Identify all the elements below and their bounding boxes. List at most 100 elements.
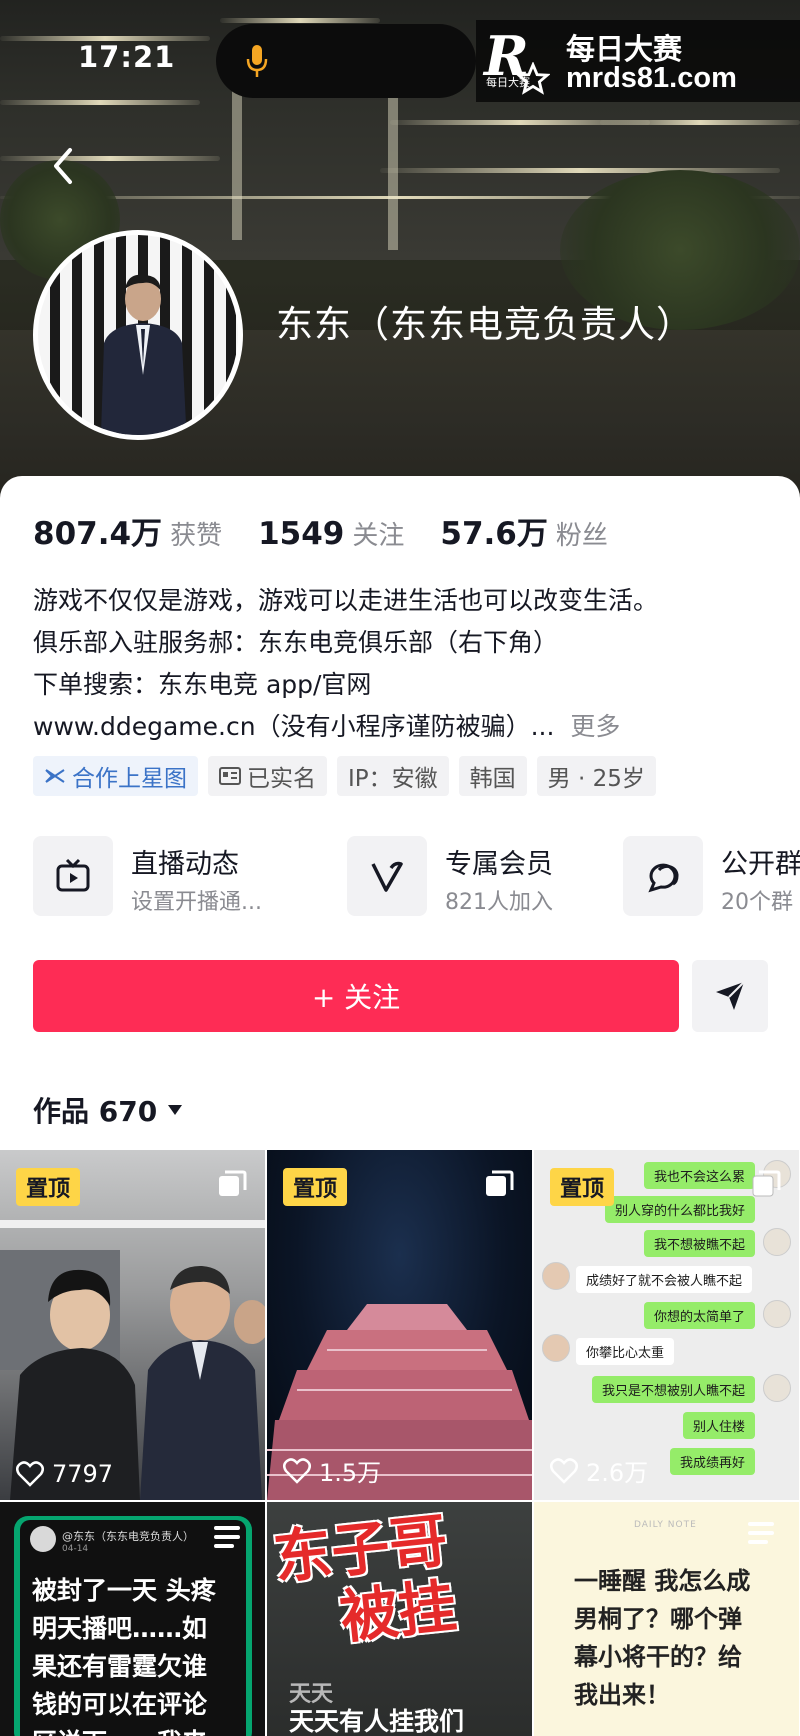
multi-image-icon — [752, 1170, 781, 1197]
tag-verified: 已实名 — [208, 756, 327, 796]
share-button[interactable] — [692, 960, 768, 1032]
avatar[interactable] — [33, 230, 243, 440]
heart-icon — [283, 1457, 311, 1484]
followers-label[interactable]: 粉丝 — [556, 515, 608, 552]
tag-ip: IP：安徽 — [337, 756, 449, 796]
bio-line: 下单搜索：东东电竞 app/官网 — [33, 670, 372, 699]
chat-bubble-icon — [648, 863, 679, 893]
text-post-avatar — [30, 1526, 56, 1552]
note-body: 一睡醒 我怎么成 男桐了？哪个弹 幕小将干的？给 我出来！ — [574, 1562, 750, 1714]
entry-title: 公开群 — [721, 849, 800, 880]
feature-entries: 直播动态 设置开播通... 专属会员 821人加入 公开群 20个群 — [33, 836, 800, 926]
video-card[interactable]: @东东（东东电竞负责人） 04-14 被封了一天 头疼 明天播吧……如 果还有雷… — [0, 1502, 265, 1736]
note-line: 幕小将干的？给 — [574, 1643, 742, 1671]
chat-bubble: 你攀比心太重 — [576, 1338, 675, 1365]
heart-icon — [550, 1457, 578, 1484]
text-post-date: 04-14 — [62, 1544, 89, 1554]
note-line: 我出来！ — [574, 1681, 670, 1709]
thumbnail-title: 东子哥 被挂 — [270, 1506, 459, 1657]
tag-label: 男 · 25岁 — [547, 766, 645, 792]
tag-region: 韩国 — [458, 756, 527, 796]
video-card[interactable]: DAILY NOTE 一睡醒 我怎么成 男桐了？哪个弹 幕小将干的？给 我出来！ — [534, 1502, 799, 1736]
tv-icon — [56, 858, 90, 892]
heart-icon — [16, 1461, 44, 1487]
tag-label: 已实名 — [247, 766, 316, 792]
video-card[interactable]: 置顶 1.5万 — [267, 1150, 532, 1500]
entry-live[interactable]: 直播动态 设置开播通... — [33, 836, 323, 918]
video-card[interactable]: 东子哥 被挂 天天 天天有人挂我们 — [267, 1502, 532, 1736]
note-line: 一睡醒 我怎么成 — [574, 1567, 751, 1595]
menu-icon — [214, 1526, 240, 1548]
follow-button[interactable]: + 关注 — [33, 960, 679, 1032]
video-card[interactable]: 置顶 7797 — [0, 1150, 265, 1500]
pinned-badge: 置顶 — [550, 1168, 615, 1206]
chat-bubble: 我也不会这么累 — [643, 1162, 755, 1189]
profile-nickname: 东东（东东电竞负责人） — [276, 303, 694, 346]
chat-bubble: 我不想被瞧不起 — [643, 1230, 755, 1257]
multi-image-icon — [486, 1170, 514, 1196]
note-header: DAILY NOTE — [634, 1520, 697, 1530]
video-grid: 置顶 7797 置顶 1.5万 我也不会这么累 别人穿的什么都比我好 我不想被瞧… — [0, 1150, 800, 1736]
bio-line: www.ddegame.cn（没有小程序谨防被骗）... 更多 — [33, 706, 773, 748]
sticker-avatar — [542, 1262, 570, 1290]
back-chevron-icon[interactable] — [46, 144, 80, 188]
text-post-line: 区说下……我来 — [32, 1724, 216, 1736]
likes-label: 获赞 — [170, 521, 223, 551]
text-post-line: 明天播吧……如 — [32, 1614, 208, 1643]
chat-bubble: 我只是不想被别人瞧不起 — [591, 1376, 755, 1403]
microphone-icon — [246, 45, 268, 77]
video-likes: 7797 — [16, 1460, 113, 1488]
star-icon — [516, 62, 550, 95]
bio-line: 俱乐部入驻服务郝：东东电竞俱乐部（右下角） — [33, 628, 559, 657]
dynamic-island — [216, 24, 476, 98]
v-icon — [371, 861, 403, 892]
sticker-avatar — [763, 1374, 791, 1402]
bio-more-link[interactable]: 更多 — [570, 712, 620, 741]
triangle-down-icon — [168, 1105, 183, 1115]
video-likes: 2.6万 — [550, 1453, 648, 1488]
following-count[interactable]: 1549 — [258, 516, 344, 552]
text-post-line: 钱的可以在评论 — [32, 1690, 208, 1719]
sticker-avatar — [763, 1300, 791, 1328]
pinned-badge: 置顶 — [16, 1168, 81, 1206]
tag-gender-age: 男 · 25岁 — [536, 756, 656, 796]
text-post-line: 果还有雷霆欠谁 — [32, 1652, 208, 1681]
bio-link: www.ddegame.cn（没有小程序谨防被骗）... — [33, 712, 555, 741]
likes-count: 7797 — [52, 1460, 114, 1488]
avatar-person-icon — [100, 274, 187, 435]
following-label[interactable]: 关注 — [352, 515, 404, 552]
video-card[interactable]: 我也不会这么累 别人穿的什么都比我好 我不想被瞧不起 成绩好了就不会被人瞧不起 … — [534, 1150, 799, 1500]
id-card-icon — [219, 767, 241, 785]
entry-subtitle: 821人加入 — [445, 890, 553, 915]
pinned-badge: 置顶 — [283, 1168, 348, 1206]
entry-membership[interactable]: 专属会员 821人加入 — [347, 836, 607, 918]
text-post-author: @东东（东东电竞负责人） — [62, 1530, 194, 1543]
entry-subtitle: 设置开播通... — [131, 890, 262, 915]
profile-tags: 合作上星图 已实名 IP：安徽 韩国 男 · 25岁 — [33, 756, 656, 796]
thumbnail-caption: 天天有人挂我们 — [289, 1707, 465, 1736]
profile-stats: 807.4万 获赞 1549 关注 57.6万 粉丝 — [33, 508, 644, 552]
entry-subtitle: 20个群 — [721, 890, 793, 915]
chat-bubble: 别人住楼 — [682, 1412, 755, 1439]
tag-star-cooperation[interactable]: 合作上星图 — [33, 756, 198, 796]
note-line: 男桐了？哪个弹 — [574, 1605, 742, 1633]
status-time: 17:21 — [78, 40, 176, 74]
followers-count[interactable]: 57.6万 — [440, 508, 548, 553]
menu-icon — [748, 1522, 774, 1544]
sticker-avatar — [542, 1334, 570, 1362]
tag-label: 韩国 — [469, 766, 516, 792]
sticker-avatar — [763, 1228, 791, 1256]
video-likes: 1.5万 — [283, 1453, 381, 1488]
thumbnail-people-icon — [10, 1265, 265, 1500]
works-tab[interactable]: 作品 670 — [33, 1090, 183, 1130]
likes-count: 807.4万 — [33, 516, 163, 552]
likes-count: 1.5万 — [319, 1459, 382, 1487]
watermark-url: mrds81.com — [566, 62, 737, 94]
entry-public-group[interactable]: 公开群 20个群 — [623, 836, 800, 918]
star-map-icon — [45, 769, 65, 783]
watermark: R 每日大赛 每日大赛 mrds81.com — [476, 20, 800, 102]
chat-bubble: 别人穿的什么都比我好 — [604, 1196, 755, 1223]
tag-label: IP：安徽 — [348, 766, 438, 792]
send-icon — [716, 981, 745, 1010]
text-post-body: 被封了一天 头疼 明天播吧……如 果还有雷霆欠谁 钱的可以在评论 区说下……我来 — [32, 1572, 216, 1736]
